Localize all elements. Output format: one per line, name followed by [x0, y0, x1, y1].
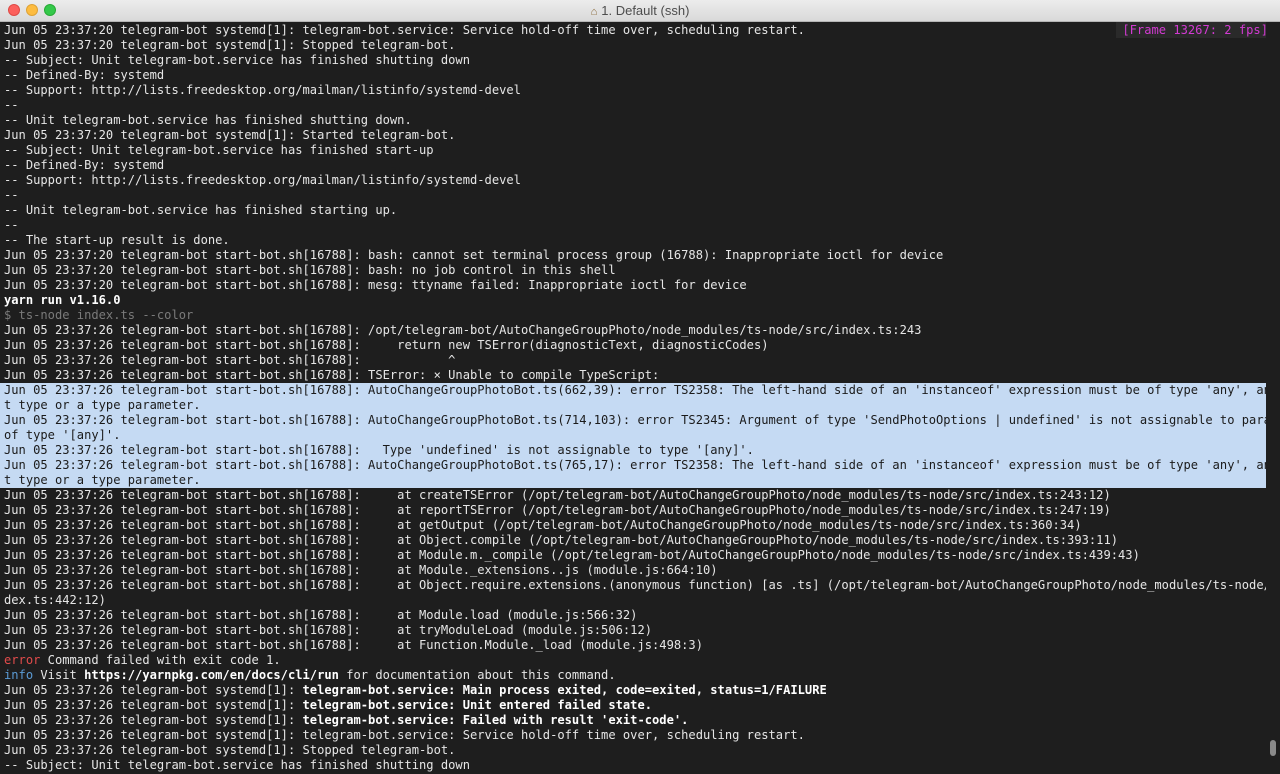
failure-line: Jun 05 23:37:26 telegram-bot systemd[1]:…	[0, 683, 1266, 698]
terminal-line: -- Unit telegram-bot.service has finishe…	[4, 113, 412, 127]
terminal-line: Jun 05 23:37:26 telegram-bot start-bot.s…	[4, 338, 769, 352]
terminal-line: Jun 05 23:37:26 telegram-bot start-bot.s…	[4, 638, 703, 652]
yarn-info-line: info Visit https://yarnpkg.com/en/docs/c…	[0, 668, 1266, 683]
line-prefix: Jun 05 23:37:26 telegram-bot systemd[1]:	[4, 698, 303, 712]
failure-line: Jun 05 23:37:26 telegram-bot systemd[1]:…	[0, 713, 1266, 728]
yarn-version-line: yarn run v1.16.0	[4, 293, 121, 307]
failure-line: Jun 05 23:37:26 telegram-bot systemd[1]:…	[0, 698, 1266, 713]
terminal-line: -- Subject: Unit telegram-bot.service ha…	[4, 143, 434, 157]
line-prefix: Jun 05 23:37:26 telegram-bot systemd[1]:	[4, 713, 303, 727]
window-title: 1. Default (ssh)	[601, 3, 690, 18]
selected-terminal-line: Jun 05 23:37:26 telegram-bot start-bot.s…	[0, 458, 1266, 473]
terminal-line: -- The start-up result is done.	[4, 233, 230, 247]
vertical-scrollbar[interactable]	[1266, 22, 1280, 774]
terminal-line: Jun 05 23:37:20 telegram-bot systemd[1]:…	[4, 23, 805, 37]
selected-terminal-line: of type '[any]'.	[0, 428, 1266, 443]
terminal-line: Jun 05 23:37:20 telegram-bot start-bot.s…	[4, 248, 944, 262]
terminal-line: -- Subject: Unit telegram-bot.service ha…	[4, 758, 470, 772]
terminal-line: Jun 05 23:37:26 telegram-bot start-bot.s…	[4, 578, 1266, 592]
selected-terminal-line: Jun 05 23:37:26 telegram-bot start-bot.s…	[0, 443, 1266, 458]
terminal-line: Jun 05 23:37:20 telegram-bot systemd[1]:…	[4, 38, 456, 52]
terminal-line: Jun 05 23:37:26 telegram-bot start-bot.s…	[4, 533, 1119, 547]
terminal-line: Jun 05 23:37:26 telegram-bot start-bot.s…	[4, 488, 1111, 502]
terminal-line: Jun 05 23:37:26 telegram-bot start-bot.s…	[4, 503, 1111, 517]
terminal-line: --	[4, 218, 19, 232]
terminal-line: -- Subject: Unit telegram-bot.service ha…	[4, 53, 470, 67]
terminal-line: dex.ts:442:12)	[4, 593, 106, 607]
terminal-line: Jun 05 23:37:26 telegram-bot systemd[1]:…	[4, 743, 456, 757]
frame-rate-badge: [Frame 13267: 2 fps]	[1116, 22, 1270, 38]
selected-terminal-line: Jun 05 23:37:26 telegram-bot start-bot.s…	[0, 383, 1266, 398]
terminal-line: Jun 05 23:37:26 telegram-bot start-bot.s…	[4, 368, 660, 382]
command-echo-line: $ ts-node index.ts --color	[4, 308, 194, 322]
terminal-line: Jun 05 23:37:26 telegram-bot start-bot.s…	[4, 548, 1140, 562]
terminal-line: --	[4, 188, 19, 202]
terminal-window: ⌂ 1. Default (ssh) Jun 05 23:37:20 telegr…	[0, 0, 1280, 774]
terminal-line: -- Unit telegram-bot.service has finishe…	[4, 203, 398, 217]
terminal-output[interactable]: Jun 05 23:37:20 telegram-bot systemd[1]:…	[0, 22, 1266, 774]
terminal-line: -- Defined-By: systemd	[4, 158, 165, 172]
info-tag: info	[4, 668, 34, 682]
terminal-line: Jun 05 23:37:26 telegram-bot start-bot.s…	[4, 623, 653, 637]
line-prefix: Jun 05 23:37:26 telegram-bot systemd[1]:	[4, 683, 303, 697]
terminal-line: Jun 05 23:37:26 telegram-bot start-bot.s…	[4, 608, 638, 622]
terminal-line: Jun 05 23:37:20 telegram-bot start-bot.s…	[4, 278, 747, 292]
selected-terminal-line: t type or a type parameter.	[0, 398, 1266, 413]
terminal-line: Jun 05 23:37:20 telegram-bot systemd[1]:…	[4, 128, 456, 142]
error-tag: error	[4, 653, 41, 667]
yarn-error-line: error Command failed with exit code 1.	[0, 653, 1266, 668]
terminal-line: Jun 05 23:37:26 telegram-bot systemd[1]:…	[4, 728, 805, 742]
terminal-line: -- Support: http://lists.freedesktop.org…	[4, 173, 521, 187]
info-text-pre: Visit	[33, 668, 85, 682]
window-title-container: ⌂ 1. Default (ssh)	[0, 0, 1280, 21]
failure-message: telegram-bot.service: Main process exite…	[302, 683, 827, 697]
terminal-line: -- Support: http://lists.freedesktop.org…	[4, 83, 521, 97]
terminal-line: Jun 05 23:37:20 telegram-bot start-bot.s…	[4, 263, 616, 277]
terminal-line: Jun 05 23:37:26 telegram-bot start-bot.s…	[4, 323, 922, 337]
scrollbar-thumb[interactable]	[1270, 740, 1276, 756]
terminal-line: --	[4, 98, 19, 112]
docs-link[interactable]: https://yarnpkg.com/en/docs/cli/run	[84, 668, 339, 682]
terminal-line: -- Defined-By: systemd	[4, 68, 165, 82]
failure-message: telegram-bot.service: Unit entered faile…	[302, 698, 653, 712]
terminal-line: Jun 05 23:37:26 telegram-bot start-bot.s…	[4, 563, 718, 577]
home-icon: ⌂	[590, 6, 598, 18]
terminal-line: Jun 05 23:37:26 telegram-bot start-bot.s…	[4, 353, 456, 367]
error-message: Command failed with exit code 1.	[40, 653, 281, 667]
terminal-line: Jun 05 23:37:26 telegram-bot start-bot.s…	[4, 518, 1082, 532]
selected-terminal-line: t type or a type parameter.	[0, 473, 1266, 488]
selected-terminal-line: Jun 05 23:37:26 telegram-bot start-bot.s…	[0, 413, 1266, 428]
failure-message: telegram-bot.service: Failed with result…	[302, 713, 689, 727]
info-text-post: for documentation about this command.	[338, 668, 616, 682]
title-bar[interactable]: ⌂ 1. Default (ssh)	[0, 0, 1280, 22]
